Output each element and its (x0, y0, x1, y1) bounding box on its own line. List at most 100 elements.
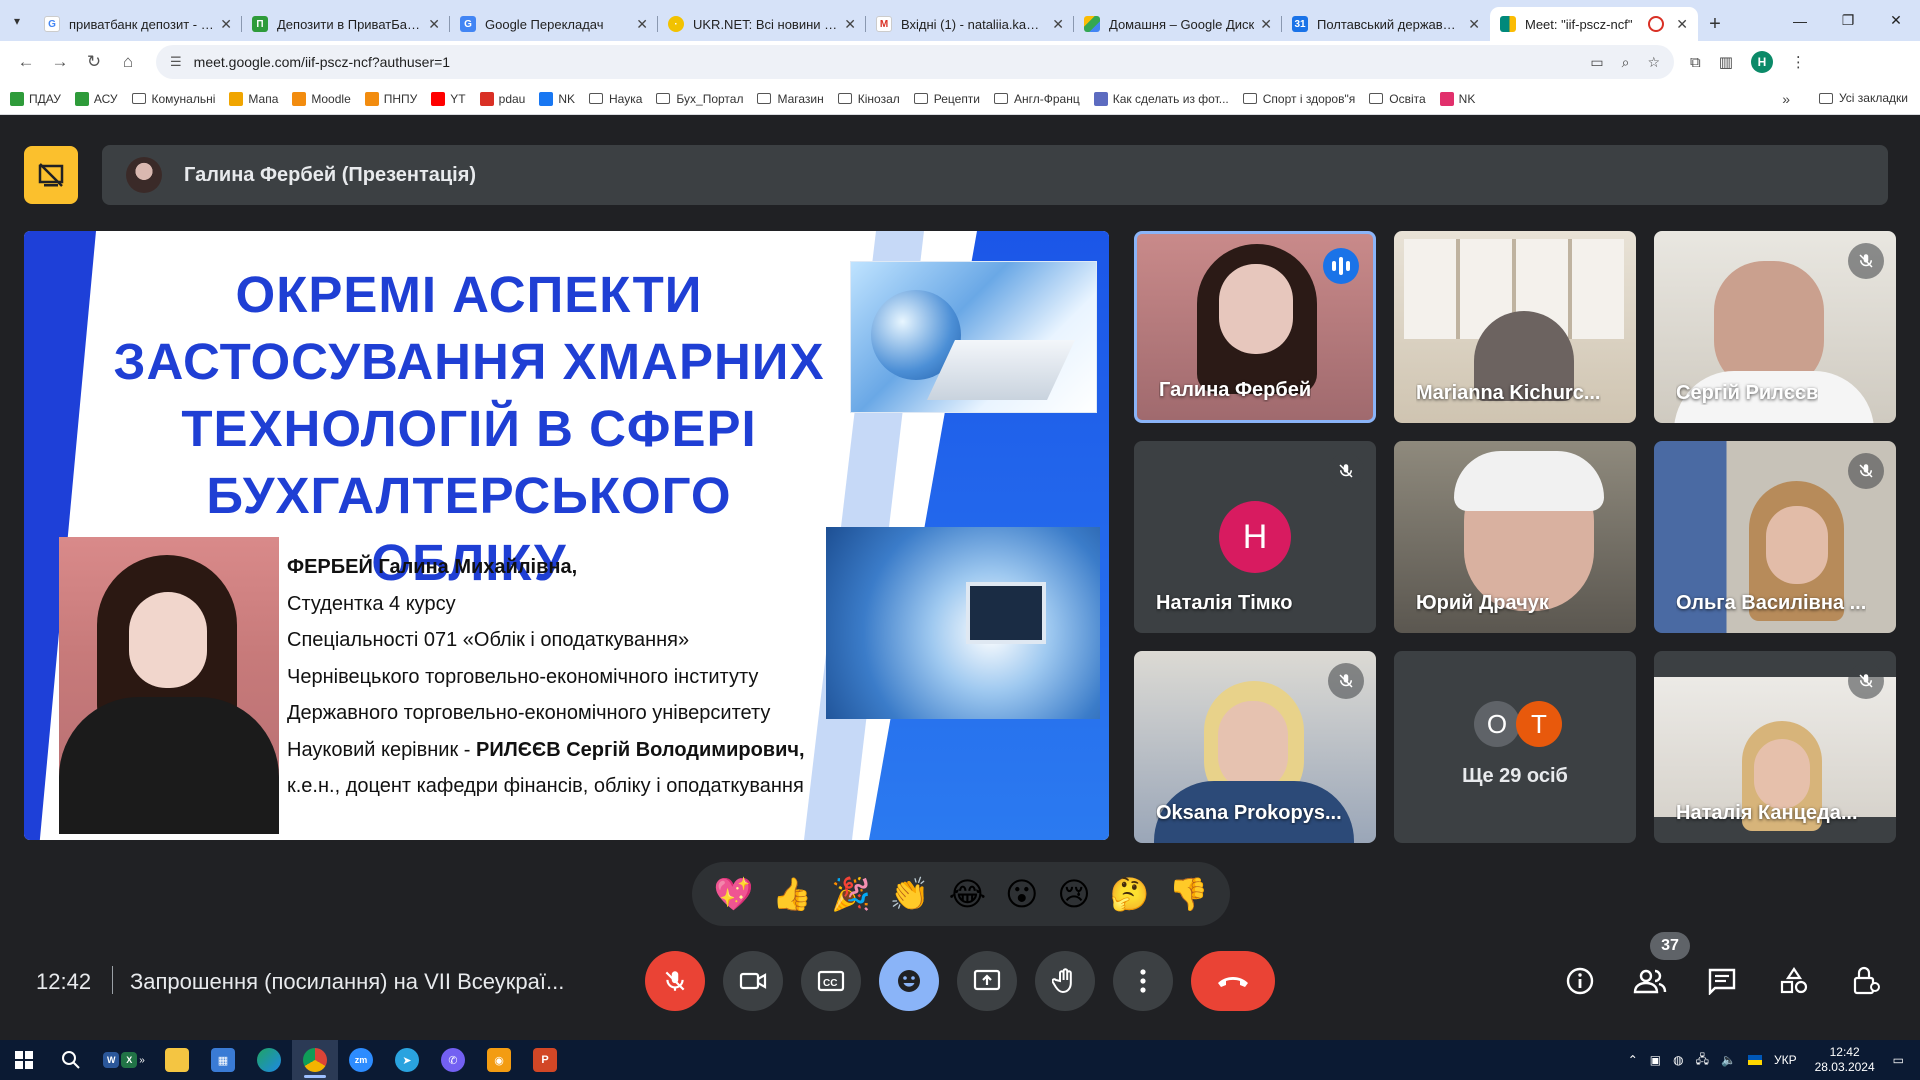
close-icon[interactable]: ✕ (1468, 16, 1480, 33)
raise-hand-button[interactable] (1035, 951, 1095, 1011)
meeting-details-button[interactable] (1560, 961, 1600, 1001)
reaction-clap[interactable]: 👏 (890, 875, 930, 913)
word-excel-icon[interactable]: W X» (94, 1040, 154, 1080)
close-icon[interactable]: ✕ (844, 16, 856, 33)
input-language[interactable]: УКР (1774, 1053, 1797, 1067)
reaction-thumbs-up[interactable]: 👍 (772, 875, 812, 913)
more-bookmarks-icon[interactable]: » (1782, 91, 1790, 107)
close-icon[interactable]: ✕ (1260, 16, 1272, 33)
bookmark-item[interactable]: ПНПУ (364, 91, 417, 106)
activities-button[interactable] (1774, 961, 1814, 1001)
tab-6[interactable]: 31 Полтавський державний ✕ (1282, 7, 1490, 41)
zoom-app-icon[interactable]: zm (338, 1040, 384, 1080)
windows-start-icon[interactable] (0, 1040, 48, 1080)
camera-icon[interactable]: ▭ (1590, 54, 1603, 71)
forward-icon[interactable]: → (44, 46, 76, 78)
bookmark-item[interactable]: Moodle (292, 91, 351, 106)
tab-2[interactable]: G Google Перекладач ✕ (450, 7, 658, 41)
people-button[interactable] (1630, 961, 1670, 1001)
more-options-button[interactable] (1113, 951, 1173, 1011)
bookmark-item[interactable]: Освіта (1369, 92, 1426, 106)
edge-icon[interactable] (246, 1040, 292, 1080)
participant-tile[interactable]: Галина Фербей (1134, 231, 1376, 423)
captions-button[interactable]: CC (801, 951, 861, 1011)
participant-tile[interactable]: Oksana Prokopys... (1134, 651, 1376, 843)
file-explorer-icon[interactable] (154, 1040, 200, 1080)
bookmark-item[interactable]: Наука (589, 92, 642, 106)
telegram-icon[interactable]: ➤ (384, 1040, 430, 1080)
new-tab-button[interactable]: + (1698, 7, 1732, 41)
chat-button[interactable] (1702, 961, 1742, 1001)
bookmark-item[interactable]: Бух_Портал (656, 92, 743, 106)
participant-tile[interactable]: Ольга Василівна ... (1654, 441, 1896, 633)
reaction-surprised[interactable]: 😮 (1005, 875, 1038, 913)
tray-chevron-icon[interactable]: ⌃ (1628, 1053, 1638, 1067)
tab-1[interactable]: П Депозити в ПриватБанку ✕ (242, 7, 450, 41)
tray-app-icon[interactable]: ▣ (1650, 1053, 1661, 1067)
participant-tile[interactable]: Наталія Канцеда... (1654, 651, 1896, 843)
tab-0[interactable]: G приватбанк депозит - По ✕ (34, 7, 242, 41)
notifications-icon[interactable]: ▭ (1893, 1053, 1904, 1067)
viber-icon[interactable]: ✆ (430, 1040, 476, 1080)
reaction-heart[interactable]: 💖 (713, 875, 753, 913)
bookmark-item[interactable]: NK (539, 91, 575, 106)
menu-dots-icon[interactable]: ⋮ (1791, 53, 1806, 71)
reaction-thumbs-down[interactable]: 👎 (1169, 875, 1209, 913)
tab-search-button[interactable]: ▾ (0, 0, 34, 41)
bookmark-item[interactable]: Кінозал (837, 92, 900, 106)
extensions-icon[interactable]: ⧉ (1690, 54, 1701, 71)
bookmark-item[interactable]: Мапа (229, 91, 278, 106)
address-bar[interactable]: ☰ meet.google.com/iif-pscz-ncf?authuser=… (156, 45, 1674, 79)
bookmark-item[interactable]: Комунальні (131, 92, 215, 106)
bookmark-item[interactable]: АСУ (74, 91, 118, 106)
present-screen-button[interactable] (957, 951, 1017, 1011)
home-icon[interactable]: ⌂ (112, 46, 144, 78)
close-icon[interactable]: ✕ (1052, 16, 1064, 33)
network-icon[interactable]: 🖧 (1696, 1050, 1709, 1071)
leave-call-button[interactable] (1191, 951, 1275, 1011)
bookmark-item[interactable]: YT (431, 91, 466, 106)
powerpoint-icon[interactable]: P (522, 1040, 568, 1080)
bookmark-star-icon[interactable]: ☆ (1647, 54, 1660, 71)
zoom-icon[interactable]: ⌕ (1622, 54, 1630, 71)
minimize-icon[interactable]: — (1776, 0, 1824, 41)
tab-7-active[interactable]: Meet: "iif-pscz-ncf" ✕ (1490, 7, 1698, 41)
close-icon[interactable]: ✕ (1676, 16, 1688, 33)
participant-tile[interactable]: Сергій Рилєєв (1654, 231, 1896, 423)
bookmark-item[interactable]: Как сделать из фот... (1093, 91, 1229, 106)
tab-4[interactable]: M Вхідні (1) - nataliia.kantse ✕ (866, 7, 1074, 41)
bookmark-item[interactable]: pdau (479, 91, 525, 106)
bookmark-item[interactable]: Рецепти (913, 92, 980, 106)
restore-icon[interactable]: ❐ (1824, 0, 1872, 41)
search-icon[interactable] (48, 1040, 94, 1080)
site-info-icon[interactable]: ☰ (170, 54, 182, 70)
tab-5[interactable]: Домашня – Google Диск ✕ (1074, 7, 1282, 41)
reaction-laugh[interactable]: 😂 (949, 875, 986, 913)
chrome-icon[interactable] (292, 1040, 338, 1080)
store-icon[interactable]: ▦ (200, 1040, 246, 1080)
bookmark-item[interactable]: ПДАУ (10, 91, 61, 106)
camera-toggle-button[interactable] (723, 951, 783, 1011)
tray-network-app-icon[interactable]: ◍ (1673, 1053, 1683, 1067)
all-bookmarks[interactable]: Усі закладки (1818, 91, 1908, 105)
reload-icon[interactable]: ↻ (78, 46, 110, 78)
bookmark-item[interactable]: Спорт і здоров"я (1242, 92, 1355, 106)
close-window-icon[interactable]: ✕ (1872, 0, 1920, 41)
bookmark-item[interactable]: NK (1439, 91, 1475, 106)
close-icon[interactable]: ✕ (636, 16, 648, 33)
reaction-party[interactable]: 🎉 (831, 875, 871, 913)
reaction-thinking[interactable]: 🤔 (1110, 875, 1150, 913)
side-panel-icon[interactable]: ▥ (1719, 53, 1733, 71)
profile-avatar[interactable]: Н (1750, 51, 1773, 73)
reactions-button[interactable] (879, 951, 939, 1011)
reaction-sad[interactable]: 😢 (1057, 875, 1090, 913)
participant-tile[interactable]: Marianna Kichurc... (1394, 231, 1636, 423)
back-icon[interactable]: ← (10, 46, 42, 78)
volume-icon[interactable]: 🔈 (1721, 1053, 1736, 1067)
bookmark-item[interactable]: Магазин (757, 92, 824, 106)
tab-3[interactable]: · UKR.NET: Всі новини Укр ✕ (658, 7, 866, 41)
mic-toggle-button[interactable] (645, 951, 705, 1011)
participant-tile[interactable]: Юрий Драчук (1394, 441, 1636, 633)
bookmark-item[interactable]: Англ-Франц (994, 92, 1080, 106)
more-participants-tile[interactable]: O Т Ще 29 осіб (1394, 651, 1636, 843)
